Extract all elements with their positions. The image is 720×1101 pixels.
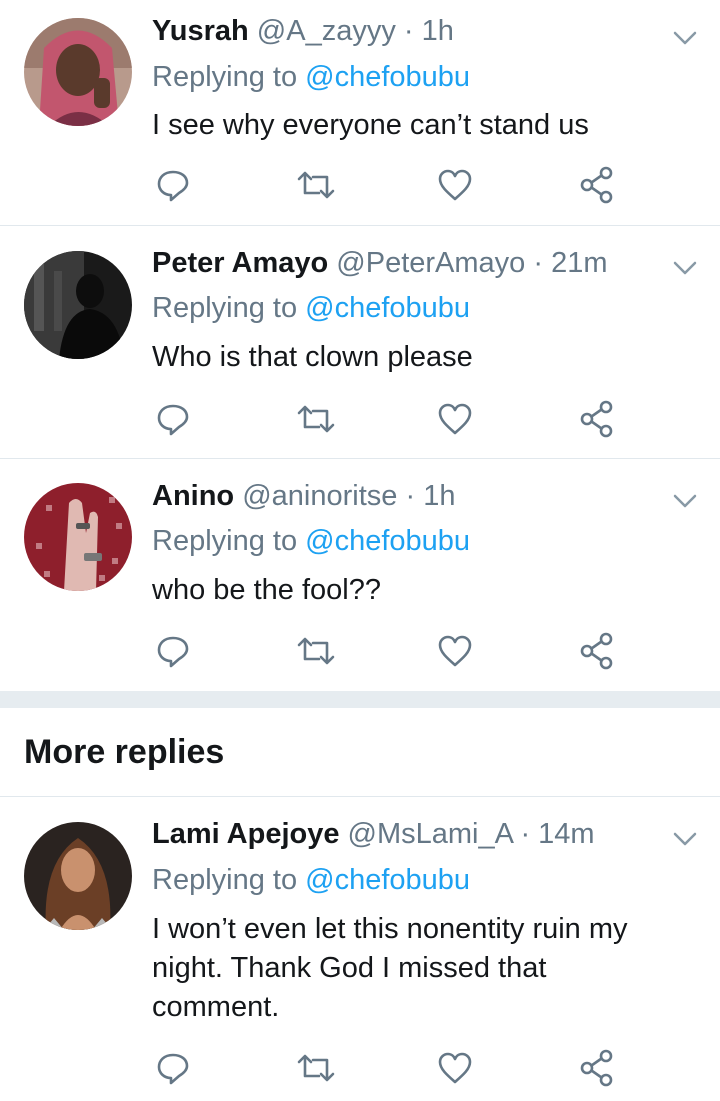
avatar[interactable] [24,251,132,359]
share-button[interactable] [577,1048,617,1088]
retweet-icon [297,637,335,665]
display-name[interactable]: Peter Amayo [152,247,328,279]
mention-link[interactable]: @chefobubu [305,864,470,896]
reply-icon [157,1053,189,1085]
heart-icon [438,635,472,667]
like-button[interactable] [435,399,475,439]
mention-link[interactable]: @chefobubu [305,525,470,557]
replying-prefix: Replying to [152,292,298,324]
tweet-actions [0,1048,720,1088]
tweet-text: I see why everyone can’t stand us [152,109,589,141]
reply-icon [157,636,189,668]
separator: · [533,247,544,279]
timestamp[interactable]: 21m [551,247,607,279]
retweet-button[interactable] [296,631,336,671]
share-icon [580,632,613,670]
tweet-header: Yusrah @A_zayyy · 1h [152,14,454,48]
share-icon [580,166,613,204]
share-button[interactable] [577,631,617,671]
tweet-text: Who is that clown please [152,341,473,373]
tweet-actions [0,631,720,671]
tweet-lami-apejoye[interactable]: Lami Apejoye @MsLami_A · 14m Replying to… [0,797,720,1101]
replying-prefix: Replying to [152,61,298,93]
section-separator [0,691,720,708]
chevron-down-icon[interactable] [670,256,700,280]
separator: · [403,15,414,47]
like-button[interactable] [435,165,475,205]
tweet-header: Lami Apejoye @MsLami_A · 14m [152,817,595,851]
tweet-actions [0,165,720,205]
retweet-button[interactable] [296,165,336,205]
user-handle[interactable]: @PeterAmayo [336,247,525,279]
replying-prefix: Replying to [152,525,298,557]
display-name[interactable]: Yusrah [152,15,249,47]
heart-icon [438,1052,472,1084]
tweet-text: I won’t even let this nonentity ruin my … [152,913,628,1023]
user-handle[interactable]: @MsLami_A [348,818,513,850]
replying-to: Replying to @chefobubu [152,60,470,94]
like-button[interactable] [435,1048,475,1088]
share-icon [580,400,613,438]
like-button[interactable] [435,631,475,671]
tweet-header: Peter Amayo @PeterAmayo · 21m [152,246,608,280]
share-button[interactable] [577,165,617,205]
retweet-icon [297,171,335,199]
user-handle[interactable]: @A_zayyy [257,15,396,47]
user-handle[interactable]: @aninoritse [242,480,397,512]
chevron-down-icon[interactable] [670,827,700,851]
avatar[interactable] [24,18,132,126]
reply-button[interactable] [153,1048,193,1088]
heart-icon [438,403,472,435]
timestamp[interactable]: 1h [423,480,455,512]
mention-link[interactable]: @chefobubu [305,61,470,93]
reply-icon [157,404,189,436]
share-button[interactable] [577,399,617,439]
replying-to: Replying to @chefobubu [152,524,470,558]
timestamp[interactable]: 14m [538,818,594,850]
share-icon [580,1049,613,1087]
chevron-down-icon[interactable] [670,489,700,513]
tweet-actions [0,399,720,439]
retweet-icon [297,405,335,433]
reply-button[interactable] [153,399,193,439]
retweet-button[interactable] [296,399,336,439]
separator: · [520,818,531,850]
heart-icon [438,169,472,201]
reply-icon [157,170,189,202]
tweet-header: Anino @aninoritse · 1h [152,479,455,513]
replying-to: Replying to @chefobubu [152,291,470,325]
chevron-down-icon[interactable] [670,26,700,50]
replying-to: Replying to @chefobubu [152,863,470,897]
display-name[interactable]: Lami Apejoye [152,818,339,850]
retweet-icon [297,1054,335,1082]
display-name[interactable]: Anino [152,480,234,512]
retweet-button[interactable] [296,1048,336,1088]
tweet-peter-amayo[interactable]: Peter Amayo @PeterAmayo · 21m Replying t… [0,226,720,459]
replying-prefix: Replying to [152,864,298,896]
more-replies-heading: More replies [24,733,225,771]
tweet-anino[interactable]: Anino @aninoritse · 1h Replying to @chef… [0,459,720,691]
mention-link[interactable]: @chefobubu [305,292,470,324]
reply-button[interactable] [153,165,193,205]
avatar[interactable] [24,483,132,591]
separator: · [405,480,416,512]
tweet-yusrah[interactable]: Yusrah @A_zayyy · 1h Replying to @chefob… [0,0,720,226]
avatar[interactable] [24,822,132,930]
tweet-text: who be the fool?? [152,574,381,606]
reply-button[interactable] [153,631,193,671]
timestamp[interactable]: 1h [422,15,454,47]
